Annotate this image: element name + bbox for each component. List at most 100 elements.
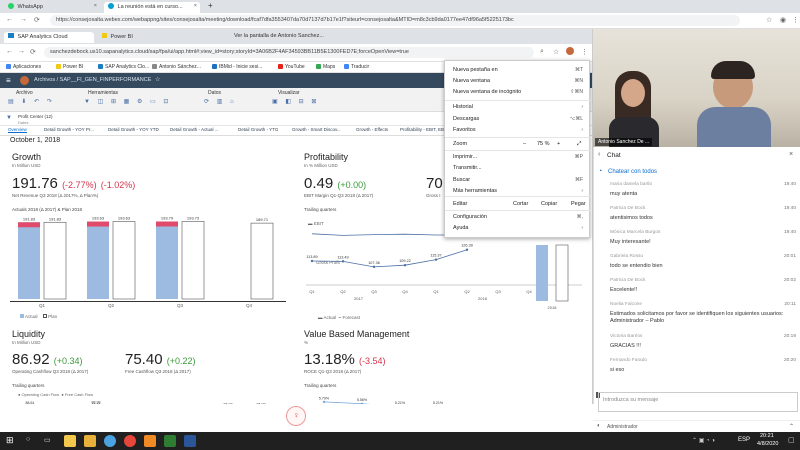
edit-paste-button[interactable]: Pegar xyxy=(571,201,586,207)
menu-item[interactable]: Ayuda xyxy=(453,225,469,231)
star-icon[interactable]: ☆ xyxy=(553,48,559,56)
close-icon[interactable]: × xyxy=(194,3,197,9)
edit-cut-button[interactable]: Cortar xyxy=(513,201,528,207)
language-indicator[interactable]: ESP xyxy=(738,437,750,443)
breadcrumb[interactable]: Archivos / SAP__FI_GEN_FINPERFORMANCE xyxy=(34,77,151,83)
bookmark-antonio[interactable]: Antonio Sánchez... xyxy=(152,64,201,70)
edit-copy-button[interactable]: Copiar xyxy=(541,201,557,207)
chat-recipient[interactable]: Administrador xyxy=(607,424,638,430)
inner-tab-powerbi[interactable]: Power BI xyxy=(98,32,188,43)
data-tools-icon[interactable]: ⟳ ▥ ⌂ xyxy=(204,98,237,105)
file-tools-icon[interactable]: ▤ ⬇ ↶ ↷ xyxy=(8,98,55,105)
bar-partial-plan xyxy=(555,244,569,302)
menu-item[interactable]: Nueva pestaña en xyxy=(453,67,498,73)
windows-start-icon[interactable]: ⊞ xyxy=(6,435,14,446)
fullscreen-icon[interactable]: ⤢ xyxy=(577,141,581,148)
bookmark-ibm[interactable]: IBMid - Inicie sesi... xyxy=(212,64,262,70)
forward-icon[interactable]: → xyxy=(18,48,25,55)
folder-icon[interactable] xyxy=(84,435,96,447)
clock-date[interactable]: 4/8/2020 xyxy=(757,441,778,447)
bookmark-maps[interactable]: Maps xyxy=(316,64,335,70)
excel-icon[interactable] xyxy=(164,435,176,447)
bookmark-translate[interactable]: Traducir xyxy=(344,64,369,70)
filter-label[interactable]: Profit Center (12) xyxy=(18,114,53,119)
file-explorer-icon[interactable] xyxy=(64,435,76,447)
menu-icon[interactable]: ≡ xyxy=(6,76,11,85)
inner-url-field[interactable]: sanchezdebock.us10.sapanalytics.cloud/sa… xyxy=(44,47,534,58)
search-icon[interactable]: ○ xyxy=(26,436,30,443)
chrome-icon[interactable] xyxy=(104,435,116,447)
chevron-up-icon[interactable]: ⌃ xyxy=(789,423,794,430)
chat-message-text: muy atenta xyxy=(610,191,638,197)
opera-icon[interactable] xyxy=(124,435,136,447)
taskbar: ⊞ ○ ▭ ⌃ ▣ ◔ ◑ ESP 20:21 4/8/2020 ▢ xyxy=(0,432,800,450)
tools-icon[interactable]: ▼ ◫ ⊞ ▦ ⚙ ▭ ⊡ xyxy=(84,98,171,105)
tab-detail-actual[interactable]: Detail Growth - Actual ... xyxy=(170,127,219,132)
menu-item[interactable]: Configuración xyxy=(453,214,487,220)
menu-item[interactable]: Transmitir... xyxy=(453,165,482,171)
search-icon[interactable]: ⌕ xyxy=(540,48,544,56)
inner-tab-webex-view[interactable]: Ver la pantalla de Antonio Sanchez... xyxy=(230,32,360,43)
menu-item[interactable]: Nueva ventana xyxy=(453,78,490,84)
view-tools-icon[interactable]: ▣ ◧ ⊟ ⊠ xyxy=(272,98,319,105)
tab-detail-yoy-ytd[interactable]: Detail Growth - YOY YTD xyxy=(108,127,159,132)
firefox-icon[interactable] xyxy=(144,435,156,447)
menu-item[interactable]: Más herramientas xyxy=(453,188,497,194)
chat-input[interactable]: Introduzca su mensaje xyxy=(603,397,658,403)
reload-icon[interactable]: ⟳ xyxy=(34,16,40,24)
bookmark-sac[interactable]: SAP Analytics Clo... xyxy=(98,64,149,70)
system-tray-icons[interactable]: ⌃ ▣ ◔ ◑ xyxy=(692,437,715,444)
more-icon[interactable]: ⋮ xyxy=(792,16,799,24)
tab-growth-effects[interactable]: Growth - Effects xyxy=(356,127,388,132)
menu-item[interactable]: Nueva ventana de incógnito xyxy=(453,89,521,95)
tab-overview[interactable]: Overview xyxy=(8,127,27,133)
tab-detail-ytg[interactable]: Detail Growth - YTG xyxy=(238,127,278,132)
zoom-minus-button[interactable]: – xyxy=(523,141,526,147)
menu-item[interactable]: Descargas xyxy=(453,116,479,122)
menu-item[interactable]: Favoritos xyxy=(453,127,476,133)
close-icon[interactable]: × xyxy=(789,151,793,158)
menu-item[interactable]: Imprimir... xyxy=(453,154,477,160)
menu-item[interactable]: Zoom xyxy=(453,141,467,147)
profile-icon[interactable]: ◉ xyxy=(780,16,786,24)
tab-detail-yoy-pr[interactable]: Detail Growth - YOY Pr... xyxy=(44,127,94,132)
task-view-icon[interactable]: ▭ xyxy=(44,436,51,444)
chat-with-all-link[interactable]: Chatear con todos xyxy=(608,169,657,175)
chat-timestamp: 20:11 xyxy=(784,302,796,307)
outer-tab-whatsapp[interactable]: WhatsApp × xyxy=(4,2,100,13)
outer-tab-webex[interactable]: La reunión está en curso... × xyxy=(104,2,200,13)
bar-partial xyxy=(536,245,548,301)
bookmark-apps[interactable]: Aplicaciones xyxy=(6,64,41,70)
menu-item[interactable]: Editar xyxy=(453,201,467,207)
bookmark-youtube[interactable]: YouTube xyxy=(278,64,305,70)
notifications-icon[interactable]: ▢ xyxy=(788,436,795,444)
avatar[interactable] xyxy=(566,47,574,55)
webex-control-button[interactable]: ♀ xyxy=(286,406,306,426)
chevron-left-icon[interactable]: ‹ xyxy=(598,151,600,158)
back-icon[interactable]: ← xyxy=(6,16,13,23)
favorite-star-icon[interactable]: ☆ xyxy=(155,76,160,83)
back-icon[interactable]: ← xyxy=(6,48,13,55)
more-icon[interactable]: ⋮ xyxy=(581,48,588,56)
growth-axis-line xyxy=(10,301,286,302)
growth-delta-rel: (-1.02%) xyxy=(100,180,136,190)
clock-time[interactable]: 20:21 xyxy=(760,433,774,439)
menu-item[interactable]: Buscar xyxy=(453,177,470,183)
bar-delta-q2 xyxy=(87,221,109,227)
menu-item[interactable]: Historial xyxy=(453,104,473,110)
tab-profitability[interactable]: Profitability - EBIT, EB... xyxy=(400,127,448,132)
outer-url-field[interactable]: https://consejosalta.webex.com/webappng/… xyxy=(50,15,740,26)
liquidity-unit: In Million USD xyxy=(12,340,41,345)
tab-smart-discovery[interactable]: Growth - Smart Discov... xyxy=(292,127,341,132)
word-icon[interactable] xyxy=(184,435,196,447)
close-icon[interactable]: × xyxy=(94,3,97,9)
filter-icon[interactable]: ▼ xyxy=(6,115,12,121)
zoom-plus-button[interactable]: + xyxy=(557,141,560,147)
bookmark-powerbi[interactable]: Power BI xyxy=(56,64,83,70)
star-icon[interactable]: ☆ xyxy=(766,16,772,24)
reload-icon[interactable]: ⟳ xyxy=(30,48,36,56)
forward-icon[interactable]: → xyxy=(20,16,27,23)
avatar[interactable] xyxy=(20,76,29,85)
inner-tab-sac[interactable]: SAP Analytics Cloud xyxy=(4,32,94,43)
new-tab-button[interactable]: + xyxy=(204,0,216,11)
